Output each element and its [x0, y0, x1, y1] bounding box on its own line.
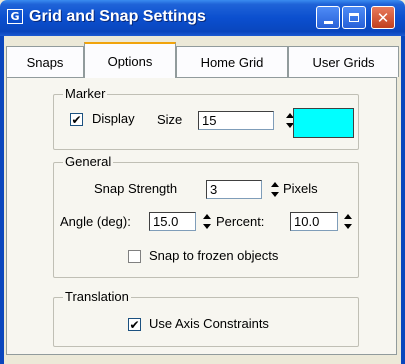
snap-strength-input[interactable]: 3 — [206, 180, 262, 199]
snap-frozen-label: Snap to frozen objects — [149, 248, 279, 263]
check-icon: ✔ — [129, 317, 140, 332]
window-frame-right — [401, 36, 405, 364]
snap-strength-label: Snap Strength — [94, 181, 178, 196]
pixels-label: Pixels — [283, 181, 318, 196]
tab-home-grid[interactable]: Home Grid — [176, 46, 288, 77]
display-checkbox[interactable]: ✔ — [70, 113, 83, 126]
size-label: Size — [157, 112, 183, 127]
angle-label: Angle (deg): — [60, 214, 131, 229]
translation-group: Translation ✔ Use Axis Constraints — [53, 289, 359, 347]
marker-legend: Marker — [63, 86, 108, 101]
snap-frozen-checkbox[interactable] — [128, 250, 141, 263]
general-group: General Snap Strength 3 Pixels Angle (de… — [53, 154, 359, 278]
marker-group: Marker ✔ Display Size 15 — [53, 86, 359, 150]
options-panel: Marker ✔ Display Size 15 General Snap St… — [6, 77, 397, 355]
angle-input[interactable]: 15.0 — [149, 212, 196, 231]
spinner-down-icon — [202, 224, 211, 229]
spinner-up-icon — [270, 182, 279, 187]
percent-input[interactable]: 10.0 — [290, 212, 338, 231]
size-input[interactable]: 15 — [198, 111, 274, 130]
spinner-up-icon — [343, 214, 352, 219]
snap-strength-spinner[interactable] — [269, 180, 280, 199]
angle-spinner[interactable] — [201, 212, 212, 231]
marker-color-swatch[interactable] — [293, 108, 354, 138]
spinner-down-icon — [343, 224, 352, 229]
close-button[interactable]: ✕ — [371, 6, 395, 29]
close-icon: ✕ — [376, 8, 390, 27]
minimize-icon — [323, 20, 333, 24]
minimize-button[interactable] — [316, 6, 340, 29]
tab-snaps[interactable]: Snaps — [6, 46, 84, 77]
percent-label: Percent: — [216, 214, 265, 229]
display-label: Display — [92, 111, 135, 126]
percent-spinner[interactable] — [342, 212, 353, 231]
maximize-button[interactable] — [342, 6, 366, 29]
translation-legend: Translation — [63, 289, 131, 304]
spinner-up-icon — [202, 214, 211, 219]
check-icon: ✔ — [71, 112, 82, 127]
app-icon[interactable]: G — [7, 9, 23, 24]
spinner-down-icon — [270, 192, 279, 197]
window-frame-left — [0, 36, 4, 364]
tab-options[interactable]: Options — [84, 42, 176, 78]
general-legend: General — [63, 154, 114, 169]
tab-user-grids[interactable]: User Grids — [288, 46, 399, 77]
title-bar[interactable]: G Grid and Snap Settings ✕ — [0, 0, 405, 36]
maximize-icon — [349, 13, 359, 22]
tab-strip: Snaps Options Home Grid User Grids — [4, 42, 401, 78]
axis-constraints-label: Use Axis Constraints — [149, 316, 269, 331]
axis-constraints-checkbox[interactable]: ✔ — [128, 318, 141, 331]
window-title: Grid and Snap Settings — [29, 8, 206, 25]
